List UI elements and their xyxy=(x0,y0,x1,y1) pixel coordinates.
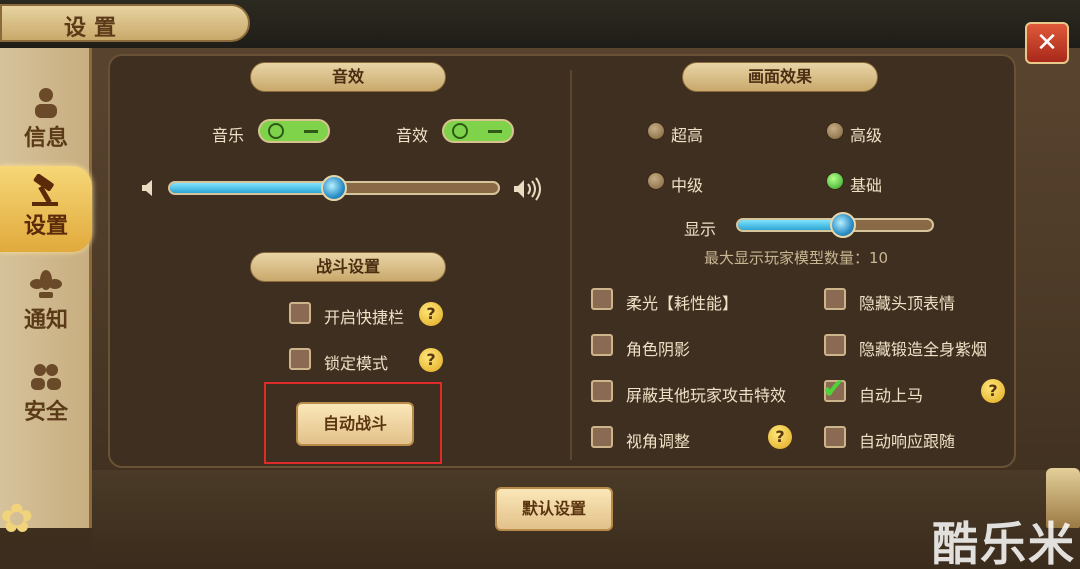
quality-high-radio[interactable] xyxy=(826,122,844,140)
person-icon xyxy=(29,86,63,120)
question-icon[interactable]: ? xyxy=(419,302,443,326)
default-settings-button[interactable]: 默认设置 xyxy=(495,487,613,531)
quality-ultra-label: 超高 xyxy=(671,126,704,145)
block-effects-label: 屏蔽其他玩家攻击特效 xyxy=(626,386,787,405)
volume-slider-fill xyxy=(170,183,334,193)
display-label: 显示 xyxy=(684,220,717,239)
soft-light-label: 柔光【耗性能】 xyxy=(626,294,739,313)
panel-divider xyxy=(570,70,572,460)
sidebar-item-label: 安全 xyxy=(23,400,68,425)
quality-basic-label: 基础 xyxy=(850,176,883,195)
question-icon[interactable]: ? xyxy=(768,425,792,449)
auto-mount-checkbox[interactable]: ✔ xyxy=(822,372,846,405)
battle-section-title: 战斗设置 xyxy=(250,252,446,282)
quality-high-label: 高级 xyxy=(850,126,883,145)
block-effects-checkbox[interactable] xyxy=(591,380,613,402)
volume-slider[interactable] xyxy=(168,175,500,201)
quality-medium-label: 中级 xyxy=(671,176,704,195)
sidebar-item-info[interactable]: 信息 xyxy=(0,78,92,164)
hide-smoke-label: 隐藏锻造全身紫烟 xyxy=(859,340,988,359)
volume-slider-thumb[interactable] xyxy=(321,175,347,201)
sidebar: 信息 设置 通知 安全 xyxy=(0,48,92,528)
display-slider-fill xyxy=(738,220,843,230)
sidebar-item-label: 信息 xyxy=(23,126,68,151)
sidebar-item-security[interactable]: 安全 xyxy=(0,352,92,438)
question-icon[interactable]: ? xyxy=(981,379,1005,403)
group-icon xyxy=(29,360,63,394)
shadow-label: 角色阴影 xyxy=(626,340,691,359)
title-bar: 设置 xyxy=(0,0,1080,48)
sound-section-title: 音效 xyxy=(250,62,446,92)
sidebar-item-settings[interactable]: 设置 xyxy=(0,166,92,252)
lotus-icon xyxy=(29,268,63,302)
close-icon: ✕ xyxy=(1036,28,1058,58)
auto-follow-label: 自动响应跟随 xyxy=(859,432,956,451)
toggle-on-icon xyxy=(268,123,284,139)
hide-smoke-checkbox[interactable] xyxy=(824,334,846,356)
hide-emote-label: 隐藏头顶表情 xyxy=(859,294,956,313)
hammer-icon xyxy=(29,173,63,208)
volume-max-icon[interactable] xyxy=(512,177,544,206)
graphics-section-title: 画面效果 xyxy=(682,62,878,92)
checkmark-icon: ✔ xyxy=(822,372,846,405)
quickbar-checkbox[interactable] xyxy=(289,302,311,324)
auto-follow-checkbox[interactable] xyxy=(824,426,846,448)
view-angle-checkbox[interactable] xyxy=(591,426,613,448)
display-slider-thumb[interactable] xyxy=(829,212,856,238)
hide-emote-checkbox[interactable] xyxy=(824,288,846,310)
title-plate xyxy=(0,4,250,42)
sidebar-item-label: 通知 xyxy=(23,308,68,333)
flower-decoration: ✿ xyxy=(0,496,34,542)
toggle-off-icon xyxy=(488,130,502,133)
toggle-off-icon xyxy=(304,130,318,133)
effect-label: 音效 xyxy=(396,126,429,145)
display-slider[interactable] xyxy=(736,212,934,238)
shadow-checkbox[interactable] xyxy=(591,334,613,356)
sidebar-item-notice[interactable]: 通知 xyxy=(0,260,92,346)
view-angle-label: 视角调整 xyxy=(626,432,691,451)
lock-mode-checkbox[interactable] xyxy=(289,348,311,370)
close-button[interactable]: ✕ xyxy=(1025,22,1069,64)
max-players-text: 最大显示玩家模型数量：10 xyxy=(704,249,889,267)
music-toggle[interactable] xyxy=(258,119,330,143)
quality-medium-radio[interactable] xyxy=(647,172,665,190)
auto-battle-button[interactable]: 自动战斗 xyxy=(296,402,414,446)
soft-light-checkbox[interactable] xyxy=(591,288,613,310)
toggle-on-icon xyxy=(452,123,468,139)
lock-mode-label: 锁定模式 xyxy=(324,354,389,373)
auto-mount-label: 自动上马 xyxy=(859,386,924,405)
watermark-logo: 酷乐米 xyxy=(932,517,1076,569)
quickbar-label: 开启快捷栏 xyxy=(324,308,405,327)
music-label: 音乐 xyxy=(212,126,245,145)
settings-screen: 设置 ✕ 信息 设置 通知 安全 ✿ 音效 音乐 音效 战斗设置 开启快捷栏 ?… xyxy=(0,0,1080,569)
quality-ultra-radio[interactable] xyxy=(647,122,665,140)
question-icon[interactable]: ? xyxy=(419,348,443,372)
window-title: 设置 xyxy=(64,16,125,41)
effect-toggle[interactable] xyxy=(442,119,514,143)
quality-basic-radio[interactable] xyxy=(826,172,844,190)
sidebar-item-label: 设置 xyxy=(23,214,68,239)
volume-mute-icon[interactable] xyxy=(140,178,156,203)
